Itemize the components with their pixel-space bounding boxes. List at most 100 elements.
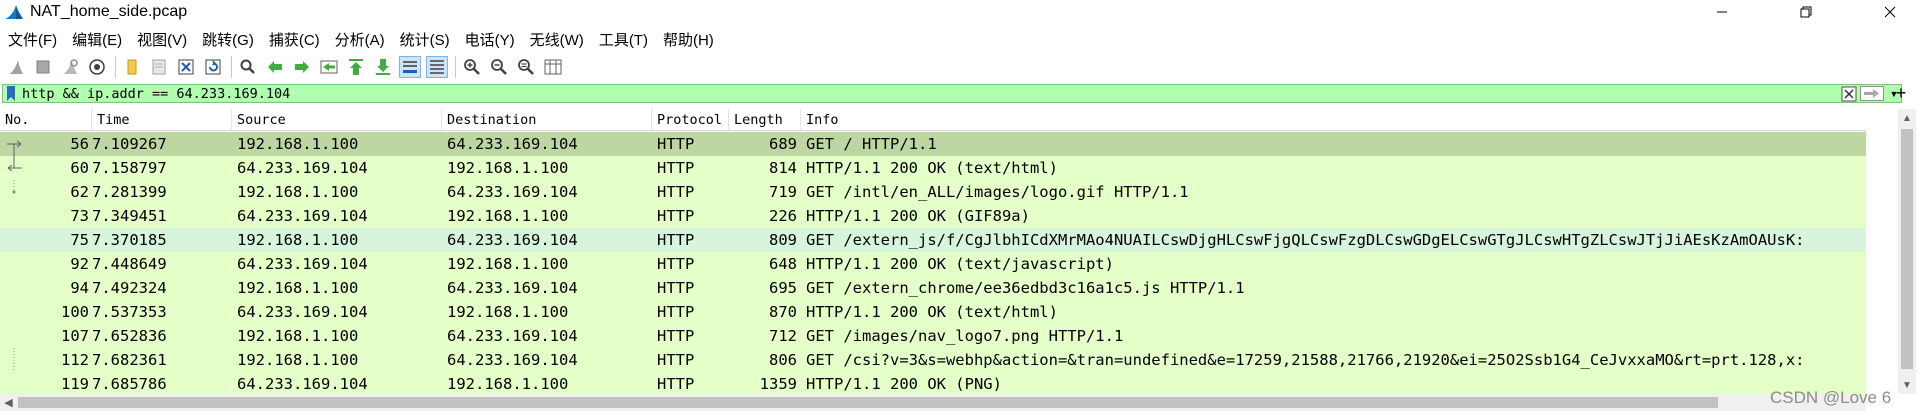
reload-file-button[interactable] (202, 56, 224, 78)
table-row[interactable]: 107 7.652836 192.168.1.100 64.233.169.10… (0, 324, 1866, 348)
packet-length: 719 (769, 183, 797, 201)
zoom-normal-icon (518, 59, 534, 75)
packet-source: 64.233.169.104 (237, 375, 368, 393)
column-header-length[interactable]: Length (729, 109, 801, 131)
packet-destination: 64.233.169.104 (447, 183, 578, 201)
scroll-left-button[interactable]: ◀ (0, 394, 17, 411)
packet-destination: 192.168.1.100 (447, 159, 569, 177)
capture-options-button[interactable] (86, 56, 108, 78)
packet-length: 226 (769, 207, 797, 225)
table-row[interactable]: 56 7.109267 192.168.1.100 64.233.169.104… (0, 132, 1866, 156)
packet-time: 7.281399 (92, 183, 167, 201)
scroll-up-button[interactable]: ▲ (1898, 109, 1916, 127)
scroll-down-button[interactable]: ▼ (1898, 376, 1916, 394)
menu-tools[interactable]: 工具(T) (591, 29, 655, 50)
menu-telephony[interactable]: 电话(Y) (457, 29, 522, 50)
packet-protocol: HTTP (657, 351, 695, 369)
zoom-in-button[interactable] (461, 56, 483, 78)
table-row[interactable]: 75 7.370185 192.168.1.100 64.233.169.104… (0, 228, 1866, 252)
packet-no: 60 (70, 159, 89, 177)
related-request-icon (7, 140, 22, 156)
window-controls (1692, 0, 1920, 24)
scrollbar-thumb[interactable] (18, 397, 1718, 408)
table-row[interactable]: 73 7.349451 64.233.169.104 192.168.1.100… (0, 204, 1866, 228)
table-row[interactable]: 119 7.685786 64.233.169.104 192.168.1.10… (0, 372, 1866, 396)
packet-info: HTTP/1.1 200 OK (GIF89a) (806, 207, 1030, 225)
bookmark-icon[interactable] (4, 85, 18, 102)
table-row[interactable]: 100 7.537353 64.233.169.104 192.168.1.10… (0, 300, 1866, 324)
go-forward-button[interactable] (291, 56, 313, 78)
zoom-out-button[interactable] (488, 56, 510, 78)
column-header-time[interactable]: Time (92, 109, 232, 131)
go-first-button[interactable] (345, 56, 367, 78)
menu-help[interactable]: 帮助(H) (655, 29, 721, 50)
minimize-button[interactable] (1692, 0, 1752, 24)
column-header-no[interactable]: No. (0, 109, 92, 131)
packet-info: HTTP/1.1 200 OK (text/html) (806, 303, 1058, 321)
scrollbar-thumb[interactable] (1901, 129, 1913, 369)
display-filter-input[interactable]: http && ip.addr == 64.233.169.104 (22, 86, 1841, 102)
packet-time: 7.448649 (92, 255, 167, 273)
table-row[interactable]: 60 7.158797 64.233.169.104 192.168.1.100… (0, 156, 1866, 180)
packet-info: GET / HTTP/1.1 (806, 135, 937, 153)
find-packet-button[interactable] (237, 56, 259, 78)
table-row[interactable]: 112 7.682361 192.168.1.100 64.233.169.10… (0, 348, 1866, 372)
title-bar: NAT_home_side.pcap (0, 0, 1920, 24)
close-file-button[interactable] (175, 56, 197, 78)
table-row[interactable]: 94 7.492324 192.168.1.100 64.233.169.104… (0, 276, 1866, 300)
display-filter-bar: http && ip.addr == 64.233.169.104 ▼ (2, 84, 1902, 103)
close-icon (1884, 6, 1896, 18)
packet-no: 119 (61, 375, 89, 393)
table-row[interactable]: 62 7.281399 192.168.1.100 64.233.169.104… (0, 180, 1866, 204)
go-last-button[interactable] (372, 56, 394, 78)
table-row[interactable]: 92 7.448649 64.233.169.104 192.168.1.100… (0, 252, 1866, 276)
autoscroll-button[interactable] (399, 56, 421, 78)
maximize-button[interactable] (1776, 0, 1836, 24)
save-file-button[interactable] (148, 56, 170, 78)
colorize-button[interactable] (426, 56, 448, 78)
packet-source: 192.168.1.100 (237, 327, 359, 345)
add-filter-button[interactable]: + (1892, 84, 1910, 103)
menu-wireless[interactable]: 无线(W) (522, 29, 591, 50)
reload-file-icon (205, 59, 221, 75)
open-file-button[interactable] (121, 56, 143, 78)
go-back-icon (268, 61, 282, 73)
packet-length: 870 (769, 303, 797, 321)
zoom-in-icon (464, 59, 480, 75)
close-button[interactable] (1860, 0, 1920, 24)
horizontal-scrollbar[interactable]: ◀ (0, 394, 1866, 411)
autoscroll-icon (403, 61, 417, 73)
column-header-info[interactable]: Info (801, 109, 1866, 131)
clear-filter-icon[interactable] (1841, 86, 1857, 102)
packet-info: HTTP/1.1 200 OK (text/html) (806, 159, 1058, 177)
toolbar-separator (115, 56, 116, 78)
go-to-packet-icon (320, 60, 338, 74)
packet-time: 7.370185 (92, 231, 167, 249)
go-last-icon (376, 59, 390, 75)
zoom-out-icon (491, 59, 507, 75)
go-to-packet-button[interactable] (318, 56, 340, 78)
menu-analyze[interactable]: 分析(A) (327, 29, 392, 50)
packet-no: 107 (61, 327, 89, 345)
resize-columns-button[interactable] (542, 56, 564, 78)
zoom-normal-button[interactable] (515, 56, 537, 78)
column-header-source[interactable]: Source (232, 109, 442, 131)
packet-list: No. Time Source Destination Protocol Len… (0, 107, 1920, 416)
menu-file[interactable]: 文件(F) (0, 29, 64, 50)
packet-protocol: HTTP (657, 375, 695, 393)
menu-capture[interactable]: 捕获(C) (261, 29, 327, 50)
menu-edit[interactable]: 编辑(E) (64, 29, 129, 50)
go-back-button[interactable] (264, 56, 286, 78)
wireshark-fin-icon (5, 5, 23, 19)
column-header-protocol[interactable]: Protocol (652, 109, 729, 131)
packet-info: HTTP/1.1 200 OK (text/javascript) (806, 255, 1114, 273)
apply-filter-icon[interactable] (1860, 86, 1884, 101)
stop-capture-button[interactable] (32, 56, 54, 78)
menu-go[interactable]: 跳转(G) (194, 29, 261, 50)
start-capture-button[interactable] (5, 56, 27, 78)
menu-view[interactable]: 视图(V) (129, 29, 194, 50)
column-header-destination[interactable]: Destination (442, 109, 652, 131)
menu-statistics[interactable]: 统计(S) (392, 29, 457, 50)
vertical-scrollbar[interactable]: ▲ ▼ (1866, 109, 1918, 394)
restart-capture-button[interactable] (59, 56, 81, 78)
